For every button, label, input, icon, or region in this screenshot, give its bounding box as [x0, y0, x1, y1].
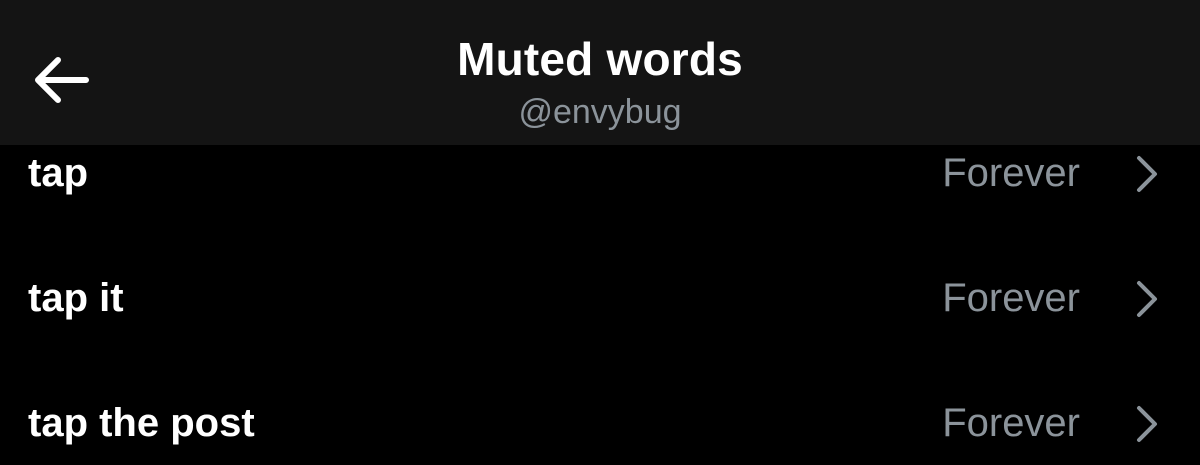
muted-word-text: tap	[28, 151, 88, 195]
chevron-right-icon	[1132, 279, 1162, 319]
muted-word-text: tap it	[28, 276, 124, 320]
top-bar: Muted words @envybug	[0, 0, 1200, 145]
chevron-right-icon	[1132, 154, 1162, 194]
muted-word-row[interactable]: tap the post Forever	[0, 395, 1200, 465]
title-block: Muted words @envybug	[0, 28, 1200, 134]
mute-duration: Forever	[942, 276, 1080, 320]
muted-word-text: tap the post	[28, 401, 255, 445]
mute-duration: Forever	[942, 401, 1080, 445]
chevron-right-icon	[1132, 404, 1162, 444]
muted-word-row[interactable]: tap it Forever	[0, 270, 1200, 340]
account-handle: @envybug	[518, 93, 682, 131]
muted-word-row[interactable]: tap Forever	[0, 145, 1200, 215]
mute-duration: Forever	[942, 151, 1080, 195]
page-title: Muted words	[457, 33, 743, 85]
